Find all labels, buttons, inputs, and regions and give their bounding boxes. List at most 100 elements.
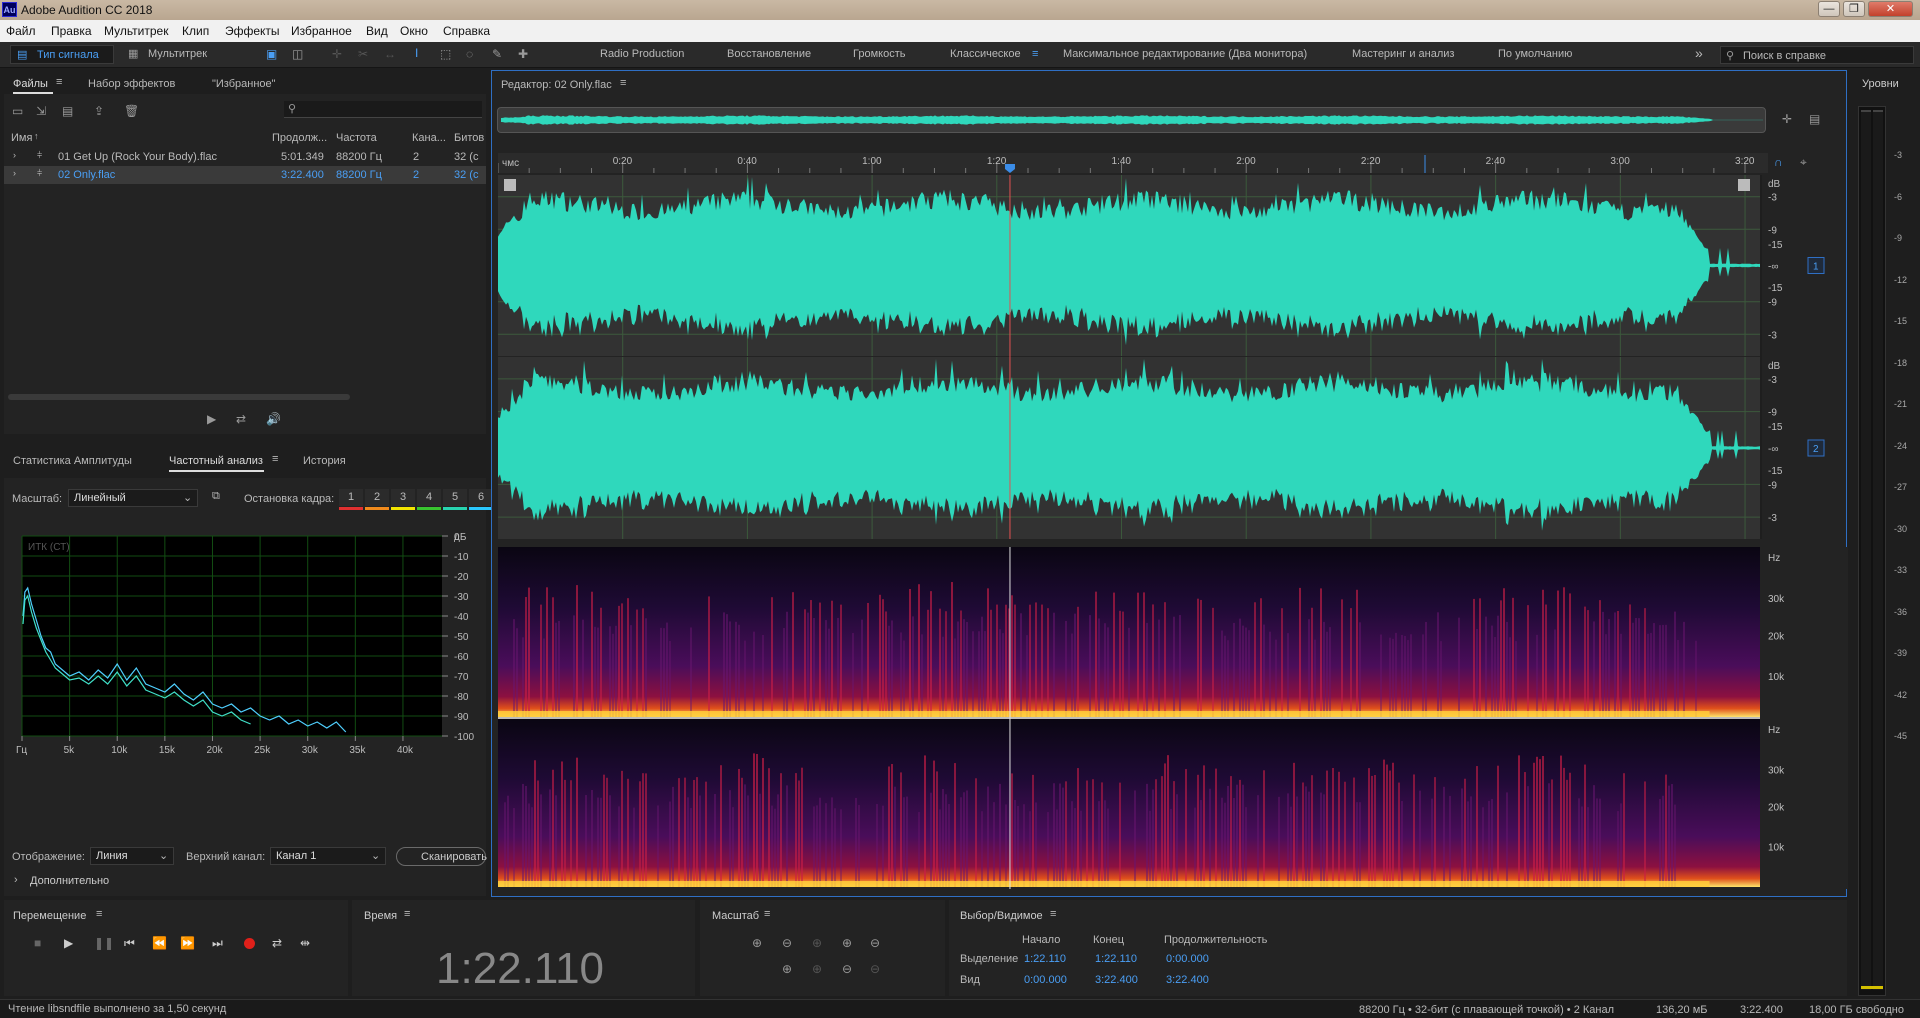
menu-effects[interactable]: Эффекты: [225, 24, 280, 38]
marker-icon[interactable]: ⌖: [1800, 155, 1807, 170]
freeze-button-1[interactable]: 1: [339, 489, 363, 506]
zoom-out-amplitude-icon[interactable]: ⊖: [782, 936, 792, 950]
tab-waveform[interactable]: ▤ Тип сигнала: [10, 45, 114, 64]
track-list-icon[interactable]: ▤: [1809, 112, 1820, 126]
table-row[interactable]: › ⫩ 02 Only.flac 3:22.400 88200 Гц 2 32 …: [4, 166, 486, 184]
fade-out-handle[interactable]: [1738, 179, 1750, 191]
tab-multitrack[interactable]: ▦ Мультитрек: [128, 45, 218, 64]
tab-amplitude-statistics[interactable]: Статистика Амплитуды: [13, 455, 132, 467]
tab-effects-rack[interactable]: Набор эффектов: [88, 78, 175, 90]
import-icon[interactable]: ⇲: [36, 104, 46, 118]
pause-icon[interactable]: ❚❚: [94, 936, 114, 950]
workspace-loudness[interactable]: Громкость: [853, 48, 905, 60]
advanced-label[interactable]: Дополнительно: [30, 875, 109, 887]
slip-tool-icon[interactable]: ↔: [384, 47, 396, 61]
maximize-button[interactable]: ❐: [1843, 1, 1865, 17]
help-search-input[interactable]: ⚲ Поиск в справке: [1720, 46, 1914, 64]
freeze-button-2[interactable]: 2: [365, 489, 389, 506]
zoom-selection-icon[interactable]: ⊕: [782, 962, 792, 976]
zoom-in-amplitude-icon[interactable]: ⊕: [752, 936, 762, 950]
zoom-in-time-icon[interactable]: ⊕: [812, 936, 822, 950]
workspace-radio-production[interactable]: Radio Production: [600, 48, 684, 60]
rewind-icon[interactable]: ⏪: [152, 936, 167, 950]
zoom-reset-icon[interactable]: ⊖: [870, 962, 880, 976]
channel-select[interactable]: Канал 1 ⌄: [270, 847, 386, 865]
menu-help[interactable]: Справка: [443, 24, 490, 38]
selection-start[interactable]: 1:22.110: [1024, 953, 1066, 965]
selection-duration[interactable]: 0:00.000: [1166, 953, 1209, 965]
overview-bar[interactable]: [497, 107, 1766, 133]
tab-favorites[interactable]: "Избранное": [212, 78, 276, 90]
freeze-button-6[interactable]: 6: [469, 489, 493, 506]
editor-menu-icon[interactable]: ≡: [620, 77, 626, 89]
zoom-in-point-icon[interactable]: ⊕: [812, 962, 822, 976]
zoom-menu-icon[interactable]: ≡: [764, 908, 770, 920]
playhead-handle[interactable]: [1004, 164, 1015, 173]
snap-icon[interactable]: ∩: [1774, 155, 1783, 169]
selection-end[interactable]: 1:22.110: [1095, 953, 1137, 965]
workspace-classic[interactable]: Классическое: [950, 48, 1021, 60]
freeze-button-3[interactable]: 3: [391, 489, 415, 506]
lasso-tool-icon[interactable]: ◌: [466, 47, 473, 61]
tab-frequency-analysis[interactable]: Частотный анализ: [169, 455, 263, 467]
more-workspaces-icon[interactable]: »: [1695, 45, 1703, 61]
stop-icon[interactable]: ■: [34, 936, 41, 950]
expand-icon[interactable]: ›: [13, 168, 16, 178]
skip-selection-icon[interactable]: ⇹: [300, 936, 310, 950]
expand-icon[interactable]: ›: [13, 150, 16, 160]
delete-icon[interactable]: 🗑: [124, 104, 139, 118]
time-menu-icon[interactable]: ≡: [404, 908, 410, 920]
view-duration[interactable]: 3:22.400: [1166, 974, 1209, 986]
files-search-input[interactable]: ⚲: [284, 101, 482, 118]
table-row[interactable]: › ⫩ 01 Get Up (Rock Your Body).flac 5:01…: [4, 148, 486, 166]
scan-button[interactable]: Сканировать: [396, 847, 487, 866]
workspace-mastering[interactable]: Мастеринг и анализ: [1352, 48, 1454, 60]
zoom-out-full-icon[interactable]: ⊖: [870, 936, 880, 950]
menu-window[interactable]: Окно: [400, 24, 428, 38]
insert-icon[interactable]: ⇪: [94, 104, 104, 118]
marquee-tool-icon[interactable]: ⬚: [440, 47, 451, 61]
minimize-button[interactable]: —: [1818, 1, 1840, 17]
loop-icon[interactable]: ⇄: [272, 936, 282, 950]
move-tool-icon[interactable]: ✛: [332, 47, 342, 61]
workspace-restoration[interactable]: Восстановление: [727, 48, 811, 60]
skip-forward-icon[interactable]: ⏭: [212, 936, 223, 951]
menu-clip[interactable]: Клип: [182, 24, 209, 38]
analysis-menu-icon[interactable]: ≡: [272, 453, 278, 465]
tab-history[interactable]: История: [303, 455, 346, 467]
col-rate[interactable]: Частота: [336, 132, 377, 144]
new-file-icon[interactable]: ▤: [62, 104, 73, 118]
transport-menu-icon[interactable]: ≡: [96, 908, 102, 920]
tab-files[interactable]: Файлы: [13, 78, 48, 90]
menu-file[interactable]: Файл: [6, 24, 36, 38]
freeze-button-5[interactable]: 5: [443, 489, 467, 506]
time-selection-tool-icon[interactable]: I: [415, 46, 418, 60]
zoom-out-full-icon[interactable]: ✛: [1782, 112, 1792, 126]
menu-view[interactable]: Вид: [366, 24, 388, 38]
workspace-max-edit[interactable]: Максимальное редактирование (Два монитор…: [1063, 48, 1307, 60]
fast-forward-icon[interactable]: ⏩: [180, 936, 195, 950]
scale-select[interactable]: Линейный ⌄: [68, 489, 198, 507]
record-button[interactable]: [244, 938, 255, 949]
play-icon[interactable]: ▶: [207, 412, 216, 426]
horizontal-scrollbar[interactable]: [8, 394, 350, 400]
play-icon[interactable]: ▶: [64, 936, 73, 950]
menu-favorites[interactable]: Избранное: [291, 24, 352, 38]
auto-play-icon[interactable]: 🔊: [266, 412, 281, 426]
waveform-view-icon[interactable]: ▣: [266, 47, 277, 61]
selection-menu-icon[interactable]: ≡: [1050, 908, 1056, 920]
workspace-default[interactable]: По умолчанию: [1498, 48, 1572, 60]
close-button[interactable]: ✕: [1868, 1, 1913, 17]
loop-icon[interactable]: ⇄: [236, 412, 246, 426]
view-start[interactable]: 0:00.000: [1024, 974, 1067, 986]
time-ruler[interactable]: чмс 0:20 0:40 1:00 1:20 1:40 2:00 2:20 2:40 3:00 3…: [497, 153, 1768, 173]
zoom-out-point-icon[interactable]: ⊖: [842, 962, 852, 976]
menu-edit[interactable]: Правка: [51, 24, 92, 38]
spectral-display[interactable]: Hz30k20k10kHz30k20k10kHz30k20k10kHz30k20…: [498, 547, 1848, 889]
zoom-in-time-2-icon[interactable]: ⊕: [842, 936, 852, 950]
menu-multitrack[interactable]: Мультитрек: [104, 24, 168, 38]
expand-icon[interactable]: ›: [14, 874, 18, 886]
col-name[interactable]: Имя: [11, 132, 32, 144]
razor-tool-icon[interactable]: ✂: [358, 47, 368, 61]
brush-tool-icon[interactable]: ✎: [492, 47, 502, 61]
